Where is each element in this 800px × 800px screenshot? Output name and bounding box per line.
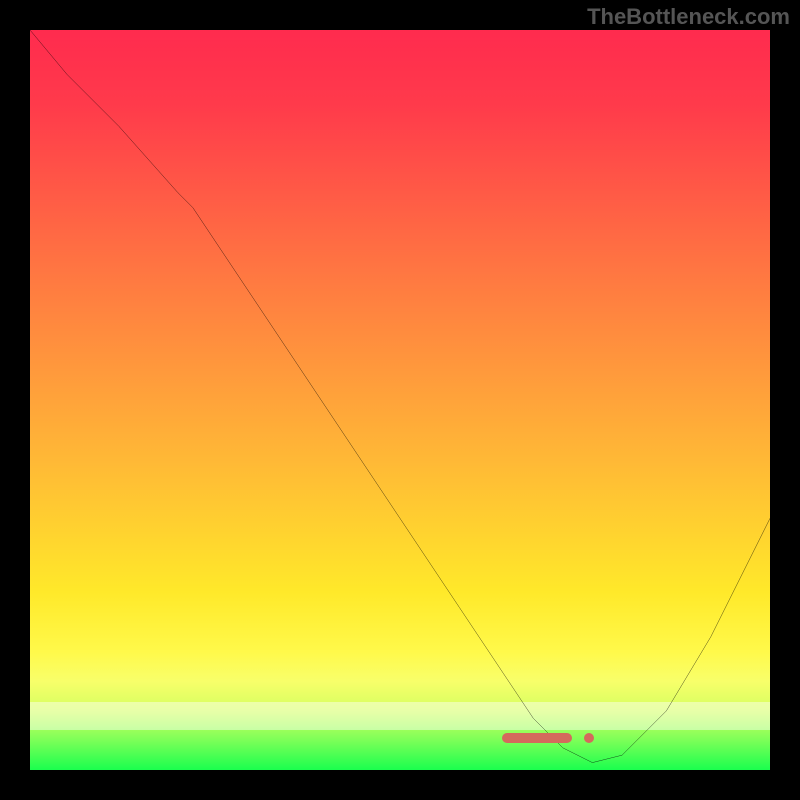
chart-frame: TheBottleneck.com — [0, 0, 800, 800]
bottleneck-curve — [30, 30, 770, 770]
watermark-text: TheBottleneck.com — [587, 4, 790, 30]
plot-area — [30, 30, 770, 770]
